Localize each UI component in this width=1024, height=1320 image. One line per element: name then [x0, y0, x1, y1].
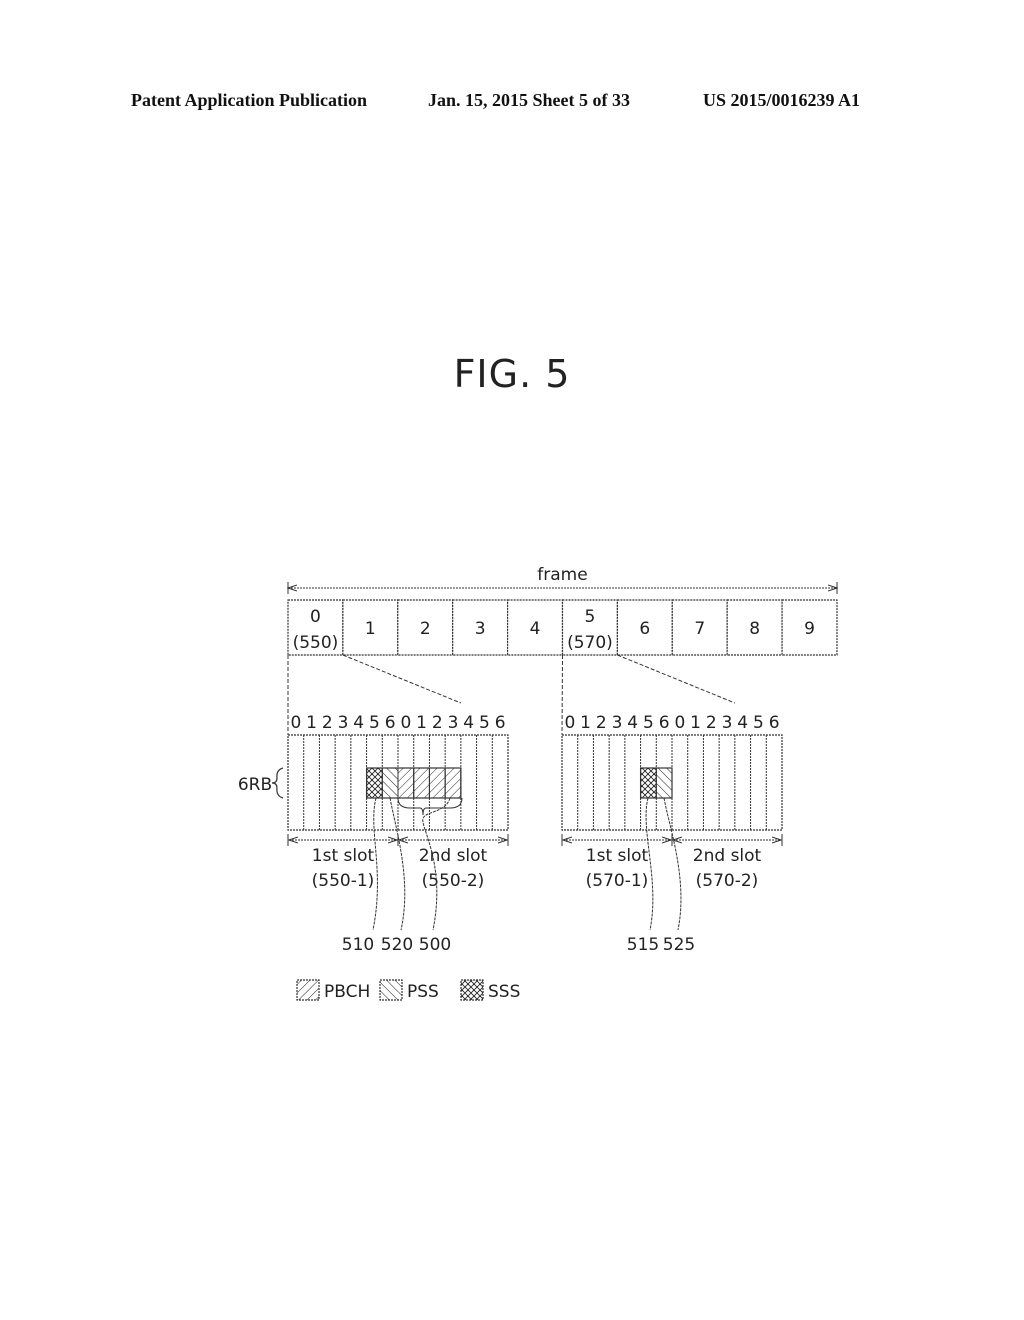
- subframe-index: 8: [749, 619, 760, 639]
- slot-name-2: 2nd slot: [419, 846, 488, 866]
- symbol-index-label: 3: [722, 713, 733, 733]
- symbol-index-label: 6: [769, 713, 780, 733]
- slot-ref-1: (570-1): [586, 871, 649, 891]
- legend-item-sss: SSS: [460, 979, 520, 1002]
- subframe-0: 0 (550): [287, 599, 344, 656]
- legend-label: PBCH: [324, 982, 370, 1002]
- expanded-subframe-0: 0 1 2 3 4 5 6 0 1 2 3 4 5 61st slot(550-1)2nd slot(55…: [287, 654, 509, 891]
- subframe-8: 8: [726, 599, 783, 656]
- frame-structure-diagram: frame0(550)1 2 3 45(570)6 7 8 9 01234560123456…: [238, 565, 1024, 1002]
- subframe-ref: (570): [567, 633, 613, 653]
- subframe-index: 9: [804, 619, 815, 639]
- symbol-index-label: 0: [674, 713, 685, 733]
- symbol-index-label: 6: [495, 713, 506, 733]
- subframe-index: 2: [420, 619, 431, 639]
- subframe-index: 1: [365, 619, 376, 639]
- subframe-index: 4: [530, 619, 541, 639]
- signal-pbch: [413, 767, 430, 799]
- subframe-9: 9: [781, 599, 838, 656]
- symbol-index-label: 4: [737, 713, 748, 733]
- symbol-index-label: 5: [479, 713, 490, 733]
- frame-label: frame: [537, 565, 587, 585]
- reference-number: 525: [663, 935, 695, 955]
- symbol-index-label: 2: [706, 713, 717, 733]
- signal-pbch: [444, 767, 462, 799]
- legend-swatch-pss: [379, 979, 403, 1001]
- subframe-6: 6: [616, 599, 673, 656]
- legend-item-pss: PSS: [379, 979, 439, 1002]
- symbol-index-label: 2: [432, 713, 443, 733]
- slot-ref-1: (550-1): [312, 871, 375, 891]
- subframe-index: 5: [585, 607, 596, 627]
- symbol-index-label: 1: [306, 713, 317, 733]
- symbol-index-label: 1: [690, 713, 701, 733]
- subframe-7: 7: [671, 599, 728, 656]
- legend-label: SSS: [488, 982, 520, 1002]
- symbol-index-label: 0: [564, 713, 575, 733]
- symbol-index-label: 5: [369, 713, 380, 733]
- symbol-index-label: 4: [627, 713, 638, 733]
- subframe-ref: (550): [293, 633, 339, 653]
- symbol-index-label: 1: [416, 713, 427, 733]
- reference-number: 510: [342, 935, 374, 955]
- symbol-index-label: 4: [463, 713, 474, 733]
- subframe-3: 3: [452, 599, 509, 656]
- expanded-subframes: 0 1 2 3 4 5 6 0 1 2 3 4 5 61st slot(550-1)2nd slot(55…: [238, 654, 783, 955]
- subframe-index: 6: [639, 619, 650, 639]
- slot-ref-2: (550-2): [422, 871, 485, 891]
- legend: PBCH PSS SSS: [296, 979, 520, 1002]
- rb-bandwidth-label: 6RB: [238, 767, 284, 799]
- legend-swatch-sss: [460, 979, 484, 1001]
- slot-name-2: 2nd slot: [693, 846, 762, 866]
- symbol-index-label: 3: [448, 713, 459, 733]
- signal-sss: [640, 767, 657, 799]
- signal-pbch: [428, 767, 446, 799]
- subframe-5: 5 (570): [561, 599, 619, 656]
- subframe-index: 7: [694, 619, 705, 639]
- symbol-index-label: 6: [659, 713, 670, 733]
- subframe-1: 1: [342, 599, 399, 656]
- connector-line-left: [561, 654, 563, 736]
- symbol-index-label: 5: [643, 713, 654, 733]
- reference-number: 515: [627, 935, 659, 955]
- subframe-4: 4: [507, 599, 564, 656]
- brace-icon: [271, 767, 284, 799]
- subframe-index: 3: [475, 619, 486, 639]
- slot-ref-2: (570-2): [696, 871, 759, 891]
- radio-frame: frame 0 (550) 1 2 3 4 5 (570) 6 7 8 9: [287, 565, 838, 656]
- symbol-index-label: 4: [353, 713, 364, 733]
- symbol-index-label: 3: [612, 713, 623, 733]
- legend-swatch-pbch: [296, 979, 320, 1001]
- signal-pbch: [397, 767, 415, 799]
- connector-line-right: [617, 654, 736, 704]
- symbol-index-label: 0: [400, 713, 411, 733]
- legend-item-pbch: PBCH: [296, 979, 370, 1002]
- expanded-subframe-5: 0 1 2 3 4 5 6 0 1 2 3 4 5 61st slot(570-1)2nd slot(57…: [561, 654, 783, 891]
- legend-label: PSS: [407, 982, 439, 1002]
- reference-number: 500: [419, 935, 451, 955]
- symbol-index-label: 2: [596, 713, 607, 733]
- signal-pss: [655, 767, 673, 799]
- rb-label-text: 6RB: [238, 775, 272, 795]
- subframe-index: 0: [310, 607, 321, 627]
- subframe-2: 2: [397, 599, 454, 656]
- symbol-index-label: 0: [290, 713, 301, 733]
- symbol-index-label: 2: [322, 713, 333, 733]
- signal-pss: [381, 767, 399, 799]
- symbol-index-label: 6: [385, 713, 396, 733]
- reference-number: 520: [381, 935, 413, 955]
- symbol-index-label: 5: [753, 713, 764, 733]
- slot-name-1: 1st slot: [312, 846, 375, 866]
- symbol-index-label: 1: [580, 713, 591, 733]
- slot-name-1: 1st slot: [586, 846, 649, 866]
- signal-sss: [366, 767, 383, 799]
- symbol-index-label: 3: [338, 713, 349, 733]
- connector-line-right: [342, 654, 462, 704]
